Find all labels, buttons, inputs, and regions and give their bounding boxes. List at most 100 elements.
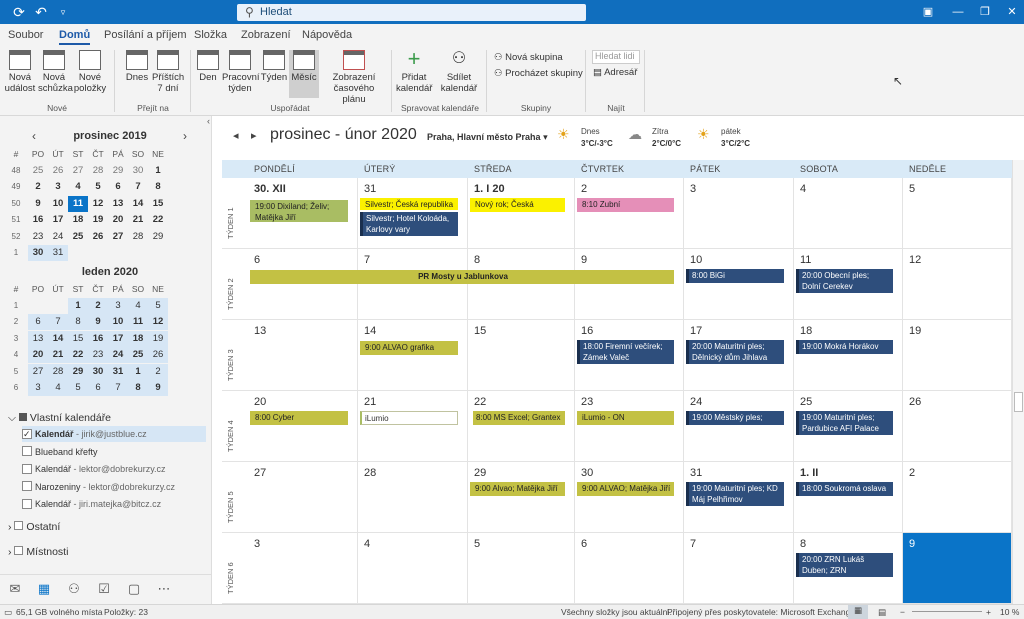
day-cell[interactable]: 9 [903,533,1012,604]
checkbox[interactable]: ✓ [22,428,32,439]
mini-day[interactable]: 19 [148,330,168,347]
calendar-event[interactable]: Silvestr; Hotel Koloáda, Karlovy vary [360,212,458,236]
mini-day[interactable]: 29 [108,163,128,179]
calendar-event[interactable]: Nový rok; Česká republika [470,198,565,212]
mini-day[interactable]: 7 [108,380,128,396]
day-cell[interactable]: 12 [903,249,1012,320]
day-cell[interactable]: 13 [248,320,358,391]
day-cell[interactable]: 5 [903,178,1012,249]
mini-day[interactable]: 27 [108,229,128,245]
calendar-event-multiday[interactable]: PR Mosty u Jablunkova [250,270,674,284]
calendar-event[interactable]: 20:00 ZRN Lukáš Duben; ZRN [796,553,893,577]
search-people-input[interactable]: Hledat lidi [592,50,640,64]
mini-day[interactable]: 8 [68,314,88,330]
calendar-event[interactable]: 8:00 MS Excel; Grantex [470,411,565,425]
mini-day[interactable]: 8 [148,179,168,195]
mini-day[interactable]: 9 [28,196,48,212]
mini-day[interactable]: 23 [88,347,108,363]
mini-day[interactable]: 7 [48,314,68,330]
day-cell[interactable]: 18 [794,320,903,391]
mini-day[interactable]: 9 [88,314,108,330]
mini-day[interactable]: 5 [148,297,168,314]
mini-day[interactable]: 11 [68,195,88,212]
mini-day[interactable]: 14 [48,330,68,347]
day-cell[interactable]: 30 [575,462,684,533]
day-cell[interactable]: 4 [794,178,903,249]
search-input[interactable]: Hledat [260,6,292,18]
mini-day[interactable]: 24 [48,229,68,245]
mini-day[interactable]: 10 [108,314,128,330]
prev-month-icon[interactable]: ‹ [32,129,36,143]
mini-day[interactable]: 18 [68,212,88,228]
day-cell[interactable]: 24 [684,391,794,462]
calendar-event[interactable]: 8:10 Zubní [577,198,674,212]
mini-day[interactable]: 21 [48,347,68,363]
mini-day[interactable]: 13 [108,196,128,212]
mini-day[interactable]: 26 [88,229,108,245]
day-cell[interactable]: 8 [468,249,575,320]
mini-day[interactable]: 17 [108,330,128,347]
calendar-event[interactable]: iLumio [360,411,458,425]
day-cell[interactable]: 3 [684,178,794,249]
mini-day[interactable]: 4 [48,380,68,396]
mini-day[interactable]: 28 [88,163,108,179]
day-cell[interactable]: 28 [358,462,468,533]
calendar-event[interactable]: 19:00 Městský ples; Třešť [686,411,784,425]
day-cell[interactable]: 5 [468,533,575,604]
restore-button[interactable]: ❐ [970,0,1000,24]
new-event-button[interactable]: Nová událost [4,50,36,94]
mini-day[interactable]: 29 [68,363,88,380]
day-cell[interactable]: 7 [358,249,468,320]
browse-groups-button[interactable]: ⚇ Procházet skupiny [494,68,583,79]
new-group-button[interactable]: ⚇ Nová skupina [494,52,563,63]
next-month-icon[interactable]: › [183,129,187,143]
customize-toolbar-icon[interactable]: ▿ [54,3,72,21]
day-cell[interactable]: 2 [575,178,684,249]
day-cell[interactable]: 15 [468,320,575,391]
mini-day[interactable]: 8 [128,380,148,396]
add-calendar-button[interactable]: + Přidat kalendář [396,48,432,95]
mini-day[interactable]: 1 [68,297,88,314]
calendar-event[interactable]: 9:00 ALVAO grafika [360,341,458,355]
mini-day[interactable]: 30 [128,163,148,179]
mini-day[interactable]: 24 [108,347,128,363]
day-cell[interactable]: 14 [358,320,468,391]
folder-own-calendars[interactable]: ⌵ Vlastní kalendáře [8,412,111,425]
month-view-button[interactable]: Měsíc [289,50,319,98]
sync-icon[interactable]: ⟳ [10,3,28,21]
mini-day[interactable]: 16 [88,330,108,347]
close-button[interactable]: ✕ [997,0,1024,24]
tab-view[interactable]: Zobrazení [241,29,291,41]
mini-day[interactable]: 19 [88,212,108,228]
mini-day[interactable]: 9 [148,380,168,396]
mini-day[interactable]: 22 [68,347,88,363]
collapse-pane-icon[interactable]: ‹ [207,116,210,126]
mini-day[interactable]: 11 [128,314,148,330]
schedule-view-button[interactable]: Zobrazení časového plánu [324,50,384,105]
mini-day[interactable]: 1 [148,163,168,179]
zoom-in-icon[interactable]: + [986,607,991,617]
minimize-button[interactable]: — [943,0,973,24]
zoom-slider[interactable] [912,611,982,612]
mini-day[interactable]: 21 [128,212,148,228]
day-cell[interactable]: 10 [684,249,794,320]
mini-day[interactable]: 15 [68,330,88,347]
day-cell[interactable]: 1. II [794,462,903,533]
zoom-out-icon[interactable]: − [900,607,905,617]
calendar-item[interactable]: Blueband křefty [22,444,206,460]
tab-home[interactable]: Domů [59,29,91,45]
mini-day[interactable]: 20 [28,347,48,363]
checkbox[interactable] [22,481,32,492]
calendar-item[interactable]: ✓ Kalendář - jirik@justblue.cz [22,426,206,442]
folder-places[interactable]: › Místnosti [8,546,68,558]
mini-day[interactable]: 1 [128,363,148,380]
mini-day[interactable]: 31 [108,363,128,380]
normal-view-icon[interactable]: ▦ [848,605,868,619]
calendar-event[interactable]: iLumio - ON [577,411,674,425]
week-view-button[interactable]: Týden [259,50,289,83]
calendar-item[interactable]: Narozeniny - lektor@dobrekurzy.cz [22,479,206,495]
mini-day[interactable]: 4 [128,297,148,314]
mini-day[interactable]: 6 [28,314,48,330]
day-cell[interactable]: 21 [358,391,468,462]
calendar-event[interactable]: 18:00 Firemní večírek; Zámek Valeč [577,340,674,364]
